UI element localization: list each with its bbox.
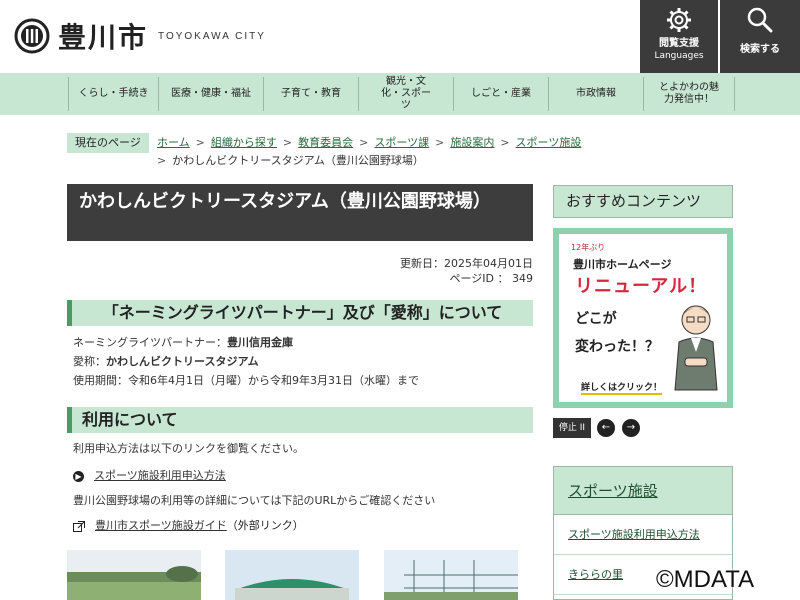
banner-line-1: 豊川市ホームページ bbox=[573, 258, 672, 271]
banner-cta: 詳しくはクリック！ bbox=[581, 380, 663, 395]
renewal-banner[interactable]: 12年ぶり 豊川市ホームページ リニューアル！ どこが 変わった！？ 詳しくはク… bbox=[553, 228, 733, 408]
breadcrumb-link-sports-division[interactable]: スポーツ課 bbox=[374, 135, 429, 151]
banner-line-3: どこが bbox=[575, 311, 617, 327]
stadium-photo-3 bbox=[384, 550, 518, 600]
logo-english: TOYOKAWA CITY bbox=[158, 30, 266, 42]
breadcrumb-link-organization[interactable]: 組織から探す bbox=[211, 135, 277, 151]
link-facility-guide[interactable]: 豊川市スポーツ施設ガイド （外部リンク） bbox=[73, 518, 304, 534]
logo-text: 豊川市 bbox=[58, 21, 149, 54]
page-id: ページID ： 349 bbox=[449, 272, 533, 285]
languages-label: 閲覧支援 bbox=[659, 38, 699, 49]
person-illustration-icon bbox=[674, 305, 718, 391]
page-title: かわしんビクトリースタジアム（豊川公園野球場） bbox=[67, 184, 533, 241]
section-heading-naming-rights: 「ネーミングライツパートナー」及び「愛称」について bbox=[67, 300, 533, 326]
banner-small-text: 12年ぶり bbox=[571, 243, 606, 252]
breadcrumb-link-facility-guide[interactable]: 施設案内 bbox=[450, 135, 494, 151]
banner-line-4: 変わった！？ bbox=[575, 339, 659, 355]
arrow-right-icon[interactable]: → bbox=[622, 419, 640, 437]
nav-item-living[interactable]: くらし・手続き bbox=[68, 77, 158, 111]
slideshow-pause-button[interactable]: 停止 II bbox=[553, 418, 591, 438]
breadcrumb-link-sports-facilities[interactable]: スポーツ施設 bbox=[516, 135, 582, 151]
search-label: 検索する bbox=[740, 44, 780, 55]
gear-icon bbox=[667, 8, 691, 32]
sports-facilities-heading[interactable]: スポーツ施設 bbox=[554, 467, 732, 515]
usage-intro: 利用申込方法は以下のリンクを御覧ください。 bbox=[73, 442, 304, 455]
external-link-icon bbox=[73, 520, 85, 532]
link-application-method-text[interactable]: スポーツ施設利用申込方法 bbox=[94, 468, 226, 484]
side-link-application[interactable]: スポーツ施設利用申込方法 bbox=[554, 515, 732, 555]
arrow-right-icon: ▶ bbox=[73, 470, 84, 482]
city-emblem-icon bbox=[14, 18, 50, 54]
breadcrumb-label: 現在のページ bbox=[67, 133, 149, 153]
search-button[interactable]: 検索する bbox=[720, 0, 800, 73]
nav-item-tourism[interactable]: 観光・文化・スポーツ bbox=[358, 76, 453, 111]
external-link-note: （外部リンク） bbox=[226, 519, 304, 532]
recommend-heading: おすすめコンテンツ bbox=[553, 185, 733, 218]
search-icon bbox=[747, 7, 773, 33]
languages-sublabel: Languages bbox=[654, 51, 704, 61]
section-heading-usage: 利用について bbox=[67, 407, 533, 433]
global-nav: くらし・手続き 医療・健康・福祉 子育て・教育 観光・文化・スポーツ しごと・産… bbox=[0, 73, 800, 115]
nav-item-work[interactable]: しごと・産業 bbox=[453, 77, 548, 111]
nav-item-appeal[interactable]: とよかわの魅力発信中！ bbox=[643, 77, 735, 111]
stadium-photo-2 bbox=[225, 550, 359, 600]
usage-detail: 豊川公園野球場の利用等の詳細については下記のURLからご確認ください bbox=[73, 494, 436, 507]
nav-item-health[interactable]: 医療・健康・福祉 bbox=[158, 77, 263, 111]
nickname-line: 愛称：かわしんビクトリースタジアム bbox=[73, 355, 259, 368]
nav-item-childcare[interactable]: 子育て・教育 bbox=[263, 77, 358, 111]
breadcrumb-link-home[interactable]: ホーム bbox=[157, 135, 190, 151]
breadcrumb-link-board[interactable]: 教育委員会 bbox=[298, 135, 353, 151]
watermark: ©MDATA bbox=[656, 566, 755, 593]
languages-button[interactable]: 閲覧支援 Languages bbox=[640, 0, 718, 73]
arrow-left-icon[interactable]: ← bbox=[597, 419, 615, 437]
page-meta: 更新日：2025年04月01日 ページID ： 349 bbox=[400, 256, 533, 286]
link-application-method[interactable]: ▶ スポーツ施設利用申込方法 bbox=[73, 468, 226, 484]
usage-period: 使用期間：令和6年4月1日（月曜）から令和9年3月31日（水曜）まで bbox=[73, 374, 419, 387]
updated-date: 更新日：2025年04月01日 bbox=[400, 257, 533, 270]
nav-item-city-info[interactable]: 市政情報 bbox=[548, 77, 643, 111]
breadcrumb-current: かわしんビクトリースタジアム（豊川公園野球場） bbox=[172, 154, 424, 167]
banner-line-2: リニューアル！ bbox=[575, 276, 708, 297]
site-header: 豊川市 TOYOKAWA CITY 閲覧支援 Languages 検索する bbox=[0, 0, 800, 73]
partner-line: ネーミングライツパートナー：豊川信用金庫 bbox=[73, 336, 293, 349]
link-facility-guide-text[interactable]: 豊川市スポーツ施設ガイド bbox=[95, 518, 227, 534]
stadium-photo-1 bbox=[67, 550, 201, 600]
site-logo[interactable]: 豊川市 TOYOKAWA CITY bbox=[14, 16, 266, 56]
